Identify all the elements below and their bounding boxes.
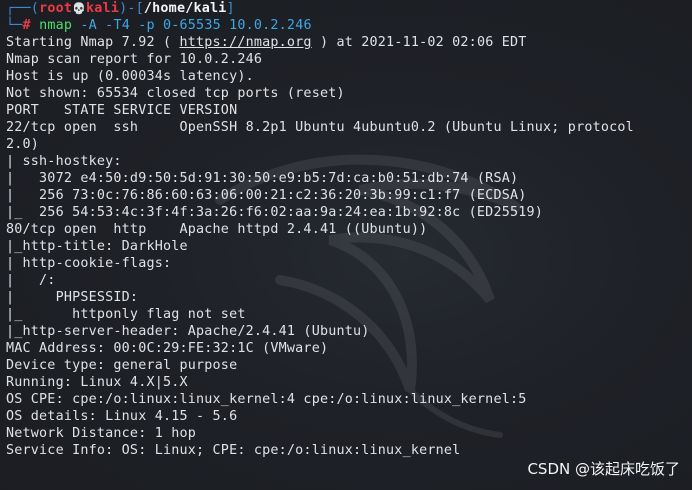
output-line: Network Distance: 1 hop: [6, 426, 197, 441]
output-text: Starting Nmap 7.92 (: [6, 35, 180, 50]
output-line: 2.0): [6, 137, 40, 152]
command-name: nmap: [39, 18, 73, 33]
prompt-host: kali: [86, 1, 120, 16]
prompt-path: /home/kali: [143, 1, 227, 16]
prompt-frame-right: ]: [226, 1, 235, 16]
nmap-link[interactable]: https://nmap.org: [180, 35, 312, 50]
output-line: |_ 256 54:53:4c:3f:4f:3a:26:f6:02:aa:9a:…: [6, 205, 544, 220]
output-line: Host is up (0.00034s latency).: [6, 69, 254, 84]
output-line: |_ httponly flag not set: [6, 307, 246, 322]
prompt-symbol: #: [22, 18, 31, 33]
output-line: MAC Address: 00:0C:29:FE:32:1C (VMware): [6, 341, 329, 356]
csdn-watermark: CSDN @该起床吃饭了: [527, 460, 680, 478]
output-line: |_http-server-header: Apache/2.4.41 (Ubu…: [6, 324, 370, 339]
prompt-frame-mid: )-[: [119, 1, 144, 16]
output-line: Not shown: 65534 closed tcp ports (reset…: [6, 86, 345, 101]
output-line: Service Info: OS: Linux; CPE: cpe:/o:lin…: [6, 443, 461, 458]
output-line: 80/tcp open http Apache httpd 2.4.41 ((U…: [6, 222, 428, 237]
prompt-line-1: ┌──(root💀kali)-[/home/kali]: [6, 0, 235, 17]
output-line: | 3072 e4:50:d9:50:5d:91:30:50:e9:b5:7d:…: [6, 171, 519, 186]
output-text: ) at 2021-11-02 02:06 EDT: [311, 35, 527, 50]
command-line[interactable]: └─# nmap -A -T4 -p 0-65535 10.0.2.246: [6, 17, 312, 34]
prompt-user: root: [39, 1, 73, 16]
output-line: | http-cookie-flags:: [6, 256, 172, 271]
skull-icon: 💀: [72, 2, 87, 15]
output-line: | /:: [6, 273, 56, 288]
output-line: 22/tcp open ssh OpenSSH 8.2p1 Ubuntu 4ub…: [6, 120, 634, 135]
output-line: | ssh-hostkey:: [6, 154, 122, 169]
output-line: | PHPSESSID:: [6, 290, 139, 305]
output-line: PORT STATE SERVICE VERSION: [6, 103, 238, 118]
output-line: OS details: Linux 4.15 - 5.6: [6, 409, 238, 424]
output-line: Device type: general purpose: [6, 358, 238, 373]
prompt-frame-left: ┌──(: [6, 1, 40, 16]
output-line: OS CPE: cpe:/o:linux:linux_kernel:4 cpe:…: [6, 392, 527, 407]
output-line: Running: Linux 4.X|5.X: [6, 375, 188, 390]
output-line: Nmap scan report for 10.0.2.246: [6, 52, 263, 67]
prompt-frame-prefix: └─: [6, 18, 23, 33]
output-line: | 256 73:0c:76:86:60:63:06:00:21:c2:36:2…: [6, 188, 527, 203]
output-line: Starting Nmap 7.92 ( https://nmap.org ) …: [6, 34, 527, 51]
terminal-window[interactable]: ┌──(root💀kali)-[/home/kali] └─# nmap -A …: [0, 0, 692, 490]
output-line: |_http-title: DarkHole: [6, 239, 188, 254]
command-args: -A -T4 -p 0-65535 10.0.2.246: [80, 18, 312, 33]
